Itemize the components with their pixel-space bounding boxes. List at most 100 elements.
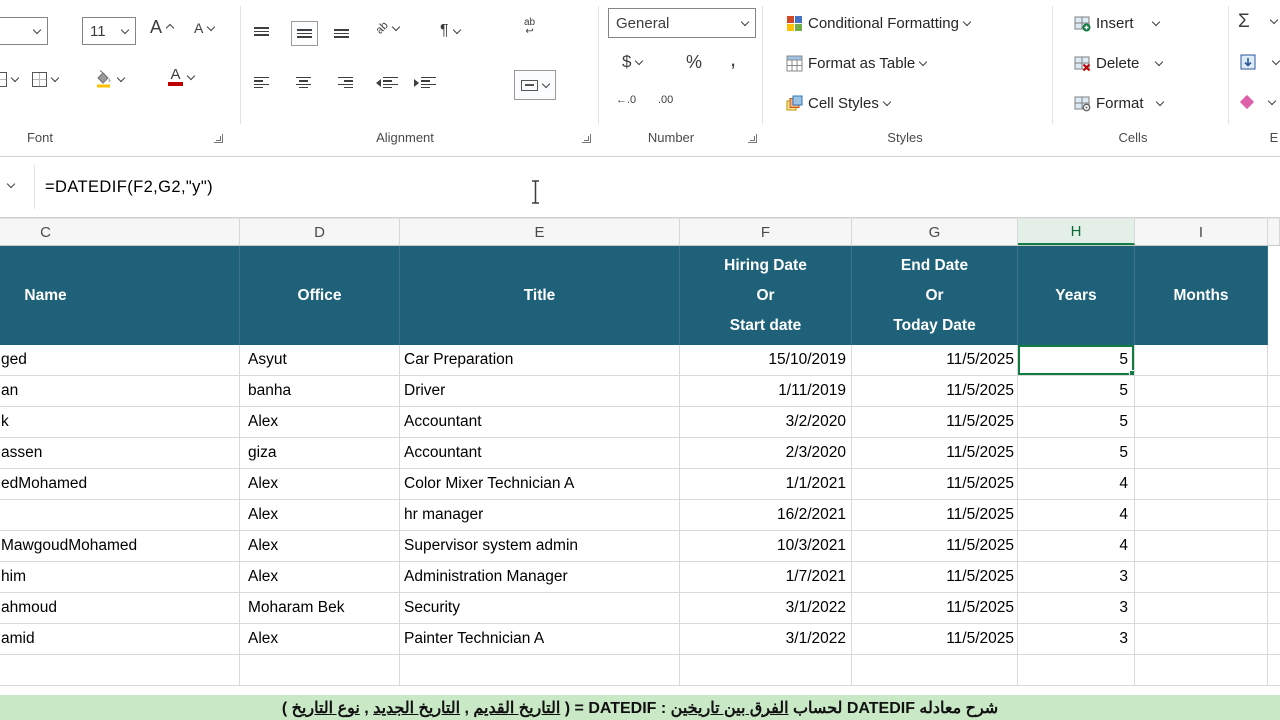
- cell-E8[interactable]: Supervisor system admin: [400, 531, 680, 562]
- cell-F9[interactable]: 1/7/2021: [680, 562, 852, 593]
- autosum-button[interactable]: Σ: [1238, 12, 1278, 31]
- increase-font-size-button[interactable]: A: [150, 18, 175, 36]
- orientation-button[interactable]: ab: [374, 19, 401, 37]
- top-align-button[interactable]: [254, 26, 269, 39]
- column-header-E[interactable]: E: [400, 219, 680, 245]
- decrease-indent-button[interactable]: [376, 76, 398, 89]
- cell-H8[interactable]: 4: [1018, 531, 1135, 562]
- cell-E3[interactable]: Driver: [400, 376, 680, 407]
- cell-D11[interactable]: Alex: [240, 624, 400, 655]
- cell-styles-button[interactable]: Cell Styles: [786, 95, 892, 112]
- font-name-combobox[interactable]: [0, 17, 48, 45]
- alignment-dialog-launcher[interactable]: [582, 134, 591, 143]
- cell-I12[interactable]: [1135, 655, 1268, 686]
- align-left-button[interactable]: [254, 76, 269, 89]
- column-header-C[interactable]: C: [0, 219, 240, 245]
- name-box-chevron-icon[interactable]: [6, 179, 16, 189]
- format-as-table-button[interactable]: Format as Table: [786, 55, 928, 72]
- cell-E6[interactable]: Color Mixer Technician A: [400, 469, 680, 500]
- font-dialog-launcher[interactable]: [214, 134, 223, 143]
- cell-D10[interactable]: Moharam Bek: [240, 593, 400, 624]
- format-cells-button[interactable]: Format: [1074, 95, 1164, 112]
- delete-cells-button[interactable]: Delete: [1074, 55, 1164, 72]
- wrap-text-button[interactable]: ab ↩: [524, 18, 535, 37]
- cell-G2[interactable]: 11/5/2025: [852, 345, 1018, 376]
- increase-indent-button[interactable]: [414, 76, 436, 89]
- formula-input[interactable]: =DATEDIF(F2,G2,"y"): [45, 157, 213, 217]
- cell-D3[interactable]: banha: [240, 376, 400, 407]
- header-cell-title[interactable]: Title: [400, 246, 680, 345]
- cell-F12[interactable]: [680, 655, 852, 686]
- cell-I9[interactable]: [1135, 562, 1268, 593]
- cell-F8[interactable]: 10/3/2021: [680, 531, 852, 562]
- cell-G9[interactable]: 11/5/2025: [852, 562, 1018, 593]
- align-center-button[interactable]: [296, 76, 311, 89]
- cell-I8[interactable]: [1135, 531, 1268, 562]
- clear-button[interactable]: [1239, 94, 1277, 110]
- cell-G6[interactable]: 11/5/2025: [852, 469, 1018, 500]
- column-header-H[interactable]: H: [1018, 219, 1135, 245]
- cell-I7[interactable]: [1135, 500, 1268, 531]
- cell-F7[interactable]: 16/2/2021: [680, 500, 852, 531]
- cell-G7[interactable]: 11/5/2025: [852, 500, 1018, 531]
- percent-style-button[interactable]: %: [686, 52, 702, 73]
- cell-D7[interactable]: Alex: [240, 500, 400, 531]
- cell-G4[interactable]: 11/5/2025: [852, 407, 1018, 438]
- cell-G11[interactable]: 11/5/2025: [852, 624, 1018, 655]
- cell-D9[interactable]: Alex: [240, 562, 400, 593]
- cell-C4[interactable]: k: [0, 407, 240, 438]
- cell-H3[interactable]: 5: [1018, 376, 1135, 407]
- accounting-format-button[interactable]: $: [622, 52, 644, 72]
- column-header-D[interactable]: D: [240, 219, 400, 245]
- cell-C2[interactable]: ged: [0, 345, 240, 376]
- cell-F3[interactable]: 1/11/2019: [680, 376, 852, 407]
- increase-decimal-button[interactable]: ←.0: [616, 94, 636, 106]
- cell-G12[interactable]: [852, 655, 1018, 686]
- cell-E11[interactable]: Painter Technician A: [400, 624, 680, 655]
- cell-D8[interactable]: Alex: [240, 531, 400, 562]
- cell-E10[interactable]: Security: [400, 593, 680, 624]
- cell-G10[interactable]: 11/5/2025: [852, 593, 1018, 624]
- cell-F10[interactable]: 3/1/2022: [680, 593, 852, 624]
- column-header-I[interactable]: I: [1135, 219, 1268, 245]
- column-header-G[interactable]: G: [852, 219, 1018, 245]
- fill-button[interactable]: [1240, 54, 1280, 70]
- cell-G5[interactable]: 11/5/2025: [852, 438, 1018, 469]
- number-dialog-launcher[interactable]: [748, 134, 757, 143]
- cell-D12[interactable]: [240, 655, 400, 686]
- conditional-formatting-button[interactable]: Conditional Formatting: [786, 15, 972, 32]
- cell-F6[interactable]: 1/1/2021: [680, 469, 852, 500]
- cell-C3[interactable]: an: [0, 376, 240, 407]
- cell-H9[interactable]: 3: [1018, 562, 1135, 593]
- header-cell-end-date[interactable]: End Date Or Today Date: [852, 246, 1018, 345]
- cell-C6[interactable]: edMohamed: [0, 469, 240, 500]
- cell-E9[interactable]: Administration Manager: [400, 562, 680, 593]
- cell-G3[interactable]: 11/5/2025: [852, 376, 1018, 407]
- column-header-F[interactable]: F: [680, 219, 852, 245]
- cell-D4[interactable]: Alex: [240, 407, 400, 438]
- cell-C9[interactable]: him: [0, 562, 240, 593]
- cell-D5[interactable]: giza: [240, 438, 400, 469]
- cell-H4[interactable]: 5: [1018, 407, 1135, 438]
- cell-C7[interactable]: [0, 500, 240, 531]
- cell-H7[interactable]: 4: [1018, 500, 1135, 531]
- cell-E4[interactable]: Accountant: [400, 407, 680, 438]
- fill-color-button[interactable]: [94, 70, 126, 88]
- cell-D2[interactable]: Asyut: [240, 345, 400, 376]
- cell-C11[interactable]: amid: [0, 624, 240, 655]
- cell-H12[interactable]: [1018, 655, 1135, 686]
- decrease-font-size-button[interactable]: A: [194, 21, 216, 35]
- cell-F4[interactable]: 3/2/2020: [680, 407, 852, 438]
- header-cell-name[interactable]: Name: [0, 246, 240, 345]
- cell-E5[interactable]: Accountant: [400, 438, 680, 469]
- cell-C8[interactable]: MawgoudMohamed: [0, 531, 240, 562]
- number-format-combobox[interactable]: General: [608, 8, 756, 38]
- cell-H10[interactable]: 3: [1018, 593, 1135, 624]
- cell-I3[interactable]: [1135, 376, 1268, 407]
- cell-D6[interactable]: Alex: [240, 469, 400, 500]
- cell-E12[interactable]: [400, 655, 680, 686]
- cell-I4[interactable]: [1135, 407, 1268, 438]
- cell-I5[interactable]: [1135, 438, 1268, 469]
- middle-align-button[interactable]: [291, 21, 318, 46]
- header-cell-months[interactable]: Months: [1135, 246, 1268, 345]
